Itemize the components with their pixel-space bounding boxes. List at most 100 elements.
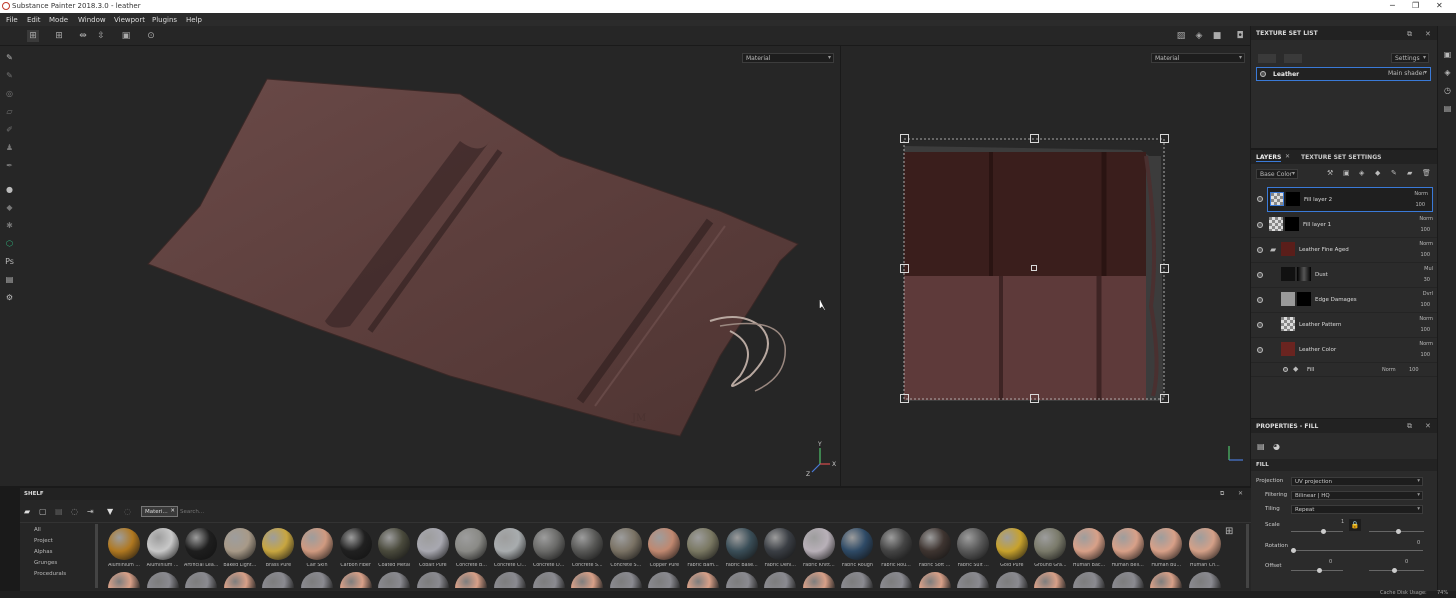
undock-icon[interactable]: ⧉ — [1220, 490, 1224, 498]
layer-visibility-icon[interactable] — [1257, 247, 1263, 253]
flip-vertical-icon[interactable]: ⇳ — [95, 30, 107, 42]
material-thumbnail[interactable] — [1034, 528, 1067, 560]
grid-view-icon[interactable]: ⊞ — [27, 30, 39, 42]
tiling-select[interactable]: Repeat — [1291, 505, 1423, 514]
color-picker-icon[interactable]: ✒ — [4, 160, 15, 171]
environment-icon[interactable]: ◈ — [1193, 30, 1205, 42]
material-thumbnail[interactable] — [378, 528, 411, 560]
paint-brush-icon[interactable]: ✎ — [4, 52, 15, 63]
material-thumbnail[interactable] — [455, 528, 488, 560]
effect-row-fill[interactable]: ◆ Fill Norm 100 — [1251, 363, 1437, 377]
category-scrollbar[interactable] — [95, 524, 98, 588]
lock-icon[interactable]: 🔒 — [1349, 519, 1361, 531]
camera-icon[interactable]: ■ — [1211, 30, 1223, 42]
layer-visibility-icon[interactable] — [1257, 196, 1263, 202]
material-thumbnail-row2[interactable] — [262, 572, 295, 588]
projection-select[interactable]: UV projection — [1291, 477, 1423, 486]
offset-knob-2[interactable] — [1392, 568, 1397, 573]
texture-set-row[interactable]: Leather Main shader — [1256, 67, 1431, 81]
layer-row-dust[interactable]: Dust Mul 30 — [1251, 263, 1437, 288]
material-thumbnail[interactable] — [609, 528, 642, 560]
scale-knob-2[interactable] — [1396, 529, 1401, 534]
shelf-category-all[interactable]: All — [34, 527, 41, 533]
material-thumbnail-row2[interactable] — [571, 572, 604, 588]
layer-opacity[interactable]: 100 — [1420, 327, 1430, 333]
material-thumbnail-row2[interactable] — [416, 572, 449, 588]
layer-opacity[interactable]: 100 — [1420, 252, 1430, 258]
channel-select[interactable]: Base Color — [1256, 169, 1298, 179]
shelf-scrollbar[interactable] — [1246, 524, 1249, 588]
material-thumbnail[interactable] — [880, 528, 912, 560]
material-thumbnail-row2[interactable] — [764, 572, 797, 588]
iray-icon[interactable]: ⬡ — [4, 238, 15, 249]
polygon-fill-icon[interactable]: ▱ — [4, 106, 15, 117]
effect-visibility-icon[interactable] — [1283, 367, 1288, 372]
material-thumbnail[interactable] — [146, 528, 179, 560]
reset-view-icon[interactable]: ⊙ — [145, 30, 157, 42]
photoshop-icon[interactable]: Ps — [4, 256, 15, 267]
layer-visibility-icon[interactable] — [1257, 297, 1263, 303]
material-thumbnail-row2[interactable] — [995, 572, 1028, 588]
layer-visibility-icon[interactable] — [1257, 347, 1263, 353]
add-mask-icon[interactable]: ▣ — [1343, 169, 1350, 177]
material-thumbnail-row2[interactable] — [609, 572, 642, 588]
layer-visibility-icon[interactable] — [1257, 272, 1263, 278]
panel-close-icon[interactable]: ✕ — [1425, 30, 1431, 38]
layer-visibility-icon[interactable] — [1257, 322, 1263, 328]
material-thumbnail-row2[interactable] — [455, 572, 488, 588]
material-thumbnail-row2[interactable] — [1034, 572, 1067, 588]
projection-icon[interactable]: ◎ — [4, 88, 15, 99]
shelf-category-procedurals[interactable]: Procedurals — [34, 571, 66, 577]
scale-slider[interactable] — [1291, 531, 1343, 532]
folder-icon[interactable]: ▰ — [1270, 245, 1276, 254]
tab-texture-set-settings[interactable]: TEXTURE SET SETTINGS — [1301, 154, 1381, 161]
material-tab-icon[interactable]: ▤ — [1257, 442, 1265, 451]
offset-knob-1[interactable] — [1317, 568, 1322, 573]
scale-knob[interactable] — [1321, 529, 1326, 534]
layer-row-leather-color[interactable]: Leather Color Norm 100 — [1251, 338, 1437, 363]
tsl-button-2[interactable] — [1284, 54, 1302, 63]
visibility-icon[interactable] — [1260, 71, 1266, 77]
panel-close-icon[interactable]: ✕ — [1425, 422, 1431, 430]
particle-icon[interactable]: ◆ — [4, 202, 15, 213]
layer-visibility-icon[interactable] — [1257, 222, 1263, 228]
layer-row-leather-pattern[interactable]: Leather Pattern Norm 100 — [1251, 313, 1437, 338]
tab-close-icon[interactable]: ✕ — [1285, 153, 1290, 160]
rotation-slider[interactable] — [1291, 550, 1423, 551]
transform-handle[interactable] — [900, 134, 909, 143]
shelf-search-input[interactable] — [180, 506, 280, 517]
grid-options-icon[interactable]: ⊞ — [53, 30, 65, 42]
grid-toggle-icon[interactable]: ⊞ — [1225, 526, 1233, 537]
material-thumbnail[interactable] — [1111, 528, 1144, 560]
layer-blend[interactable]: Dvrl — [1423, 291, 1433, 297]
material-thumbnail-row2[interactable] — [1073, 572, 1105, 588]
filter-icon[interactable]: ▼ — [107, 507, 113, 516]
material-thumbnail-row2[interactable] — [802, 572, 835, 588]
material-thumbnail-row2[interactable] — [185, 572, 218, 588]
material-thumbnail[interactable] — [494, 528, 526, 560]
material-thumbnail[interactable] — [1073, 528, 1105, 560]
material-thumbnail[interactable] — [687, 528, 719, 560]
material-thumbnail-row2[interactable] — [146, 572, 179, 588]
shelf-category-project[interactable]: Project — [34, 538, 53, 544]
plugin-icon[interactable]: ⚙ — [4, 292, 15, 303]
frame-icon[interactable]: ▣ — [120, 30, 132, 42]
material-thumbnail[interactable] — [1188, 528, 1221, 560]
menu-help[interactable]: Help — [186, 16, 202, 24]
layer-row-edge-damages[interactable]: Edge Damages Dvrl 100 — [1251, 288, 1437, 313]
material-thumbnail-row2[interactable] — [725, 572, 758, 588]
layer-row-fill-layer-1[interactable]: Fill layer 1 Norm 100 — [1251, 213, 1437, 238]
layer-opacity[interactable]: 100 — [1420, 227, 1430, 233]
maximize-icon[interactable]: ❐ — [1412, 1, 1419, 10]
material-thumbnail[interactable] — [841, 528, 874, 560]
clone-icon[interactable]: ♟ — [4, 142, 15, 153]
material-thumbnail-row2[interactable] — [880, 572, 912, 588]
minimize-icon[interactable]: ─ — [1390, 1, 1395, 10]
history-icon[interactable]: ◷ — [1442, 86, 1453, 97]
material-thumbnail-row2[interactable] — [223, 572, 256, 588]
effect-blend[interactable]: Norm — [1382, 367, 1396, 373]
material-thumbnail-row2[interactable] — [918, 572, 951, 588]
material-thumbnail-row2[interactable] — [957, 572, 990, 588]
material-thumbnail-row2[interactable] — [494, 572, 526, 588]
material-thumbnail-row2[interactable] — [1188, 572, 1221, 588]
